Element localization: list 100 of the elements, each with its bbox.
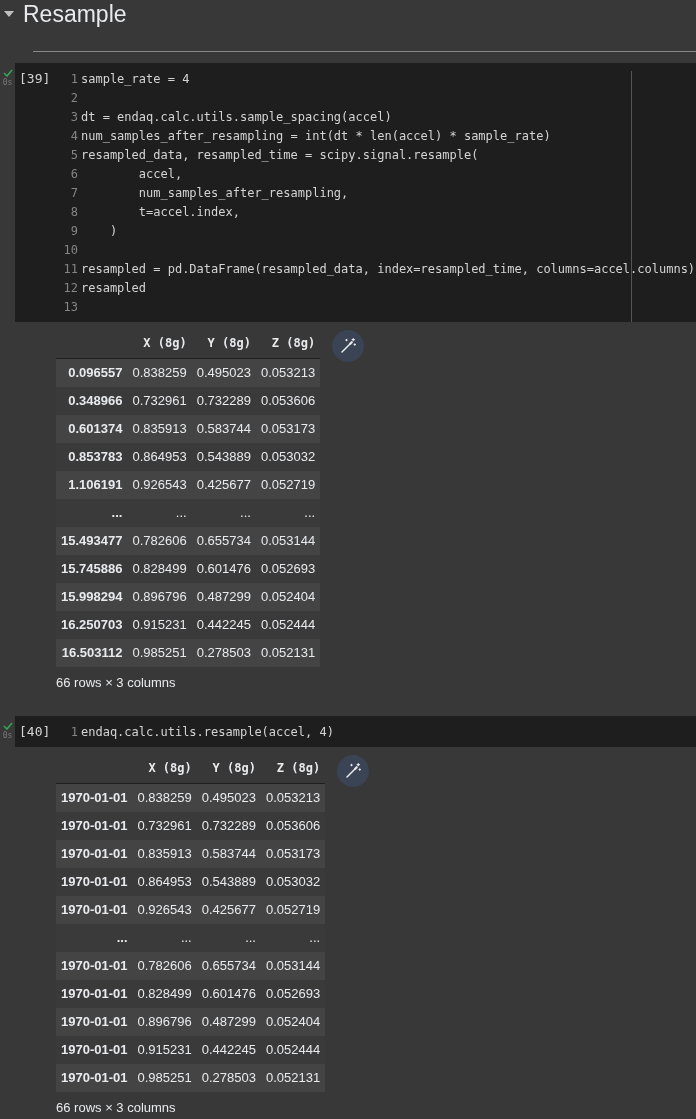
table-cell: ... xyxy=(191,498,256,527)
table-cell: 0.732289 xyxy=(191,386,256,415)
run-duration: 0s xyxy=(2,77,13,89)
code-line: num_samples_after_resampling = int(dt * len(accel) * sample_rate) xyxy=(81,127,551,145)
row-index: 1970-01-01 xyxy=(56,951,133,980)
line-number: 3 xyxy=(69,108,78,126)
row-index: 0.853783 xyxy=(56,442,128,471)
table-cell: 0.838259 xyxy=(127,358,192,387)
code-line: resampled_data, resampled_time = scipy.signal.resample( xyxy=(81,146,479,164)
line-number: 1 xyxy=(69,70,78,88)
column-header: Y (8g) xyxy=(191,334,256,359)
code-line: endaq.calc.utils.resample(accel, 4) xyxy=(81,723,334,741)
table-cell: ... xyxy=(255,498,321,527)
table-cell: 0.052693 xyxy=(255,554,321,583)
row-index: 1970-01-01 xyxy=(56,1063,133,1092)
table-cell: 0.052131 xyxy=(255,638,321,667)
table-cell: 0.495023 xyxy=(196,783,261,812)
table-cell: 0.053213 xyxy=(255,358,321,387)
table-cell: 0.425677 xyxy=(196,895,261,924)
table-cell: 0.543889 xyxy=(196,867,261,896)
row-index: 15.745886 xyxy=(56,554,128,583)
row-index: 1.106191 xyxy=(56,470,128,499)
code-line: t=accel.index, xyxy=(137,203,240,221)
table-cell: 0.985251 xyxy=(127,638,192,667)
row-index: 1970-01-01 xyxy=(56,1007,133,1036)
execution-count: [39] xyxy=(18,70,52,88)
table-cell: 0.053173 xyxy=(260,839,326,868)
code-line: sample_rate = 4 xyxy=(81,70,190,88)
table-cell: ... xyxy=(127,498,192,527)
row-index: 1970-01-01 xyxy=(56,1035,133,1064)
table-cell: 0.601476 xyxy=(191,554,256,583)
shape-summary: 66 rows × 3 columns xyxy=(56,1098,177,1117)
table-cell: 0.864953 xyxy=(127,442,192,471)
table-cell: 0.052444 xyxy=(260,1035,326,1064)
table-cell: 0.052404 xyxy=(255,582,321,611)
table-cell: 0.915231 xyxy=(127,610,192,639)
table-cell: 0.828499 xyxy=(132,979,197,1008)
code-line: num_samples_after_resampling, xyxy=(137,184,349,202)
row-index: 1970-01-01 xyxy=(56,867,133,896)
row-index: 1970-01-01 xyxy=(56,895,133,924)
code-line: ) xyxy=(108,222,118,240)
column-header: X (8g) xyxy=(132,759,197,784)
line-number: 9 xyxy=(69,222,78,240)
table-cell: 0.052693 xyxy=(260,979,326,1008)
table-cell: 0.053606 xyxy=(260,811,326,840)
line-number: 6 xyxy=(69,165,78,183)
table-cell: 0.052719 xyxy=(255,470,321,499)
collapse-caret-icon[interactable] xyxy=(4,11,14,17)
magic-wand-icon xyxy=(339,337,358,355)
table-cell: 0.782606 xyxy=(127,526,192,555)
table-cell: 0.053213 xyxy=(260,783,326,812)
column-header: Z (8g) xyxy=(255,334,321,359)
table-cell: 0.495023 xyxy=(191,358,256,387)
row-index: ... xyxy=(56,923,133,952)
table-cell: 0.915231 xyxy=(132,1035,197,1064)
table-cell: 0.442245 xyxy=(191,610,256,639)
row-index: 0.096557 xyxy=(56,358,128,387)
column-header: Z (8g) xyxy=(260,759,326,784)
table-cell: 0.053144 xyxy=(255,526,321,555)
table-cell: 0.052131 xyxy=(260,1063,326,1092)
table-cell: 0.543889 xyxy=(191,442,256,471)
magic-wand-button[interactable] xyxy=(337,755,370,787)
table-cell: 0.732289 xyxy=(196,811,261,840)
line-number: 1 xyxy=(69,723,78,741)
table-cell: 0.583744 xyxy=(191,414,256,443)
row-index: 1970-01-01 xyxy=(56,979,133,1008)
table-cell: 0.442245 xyxy=(196,1035,261,1064)
line-number: 4 xyxy=(69,127,78,145)
row-index: 0.348966 xyxy=(56,386,128,415)
table-cell: 0.053032 xyxy=(260,867,326,896)
table-cell: 0.828499 xyxy=(127,554,192,583)
table-cell: 0.655734 xyxy=(191,526,256,555)
row-index: 1970-01-01 xyxy=(56,811,133,840)
code-line: accel, xyxy=(137,165,183,183)
magic-wand-icon xyxy=(344,762,363,780)
row-index: 15.998294 xyxy=(56,582,128,611)
code-line: resampled = pd.DataFrame(resampled_data, index=resampled_time, columns=accel.columns) xyxy=(81,260,696,278)
table-cell: 0.487299 xyxy=(191,582,256,611)
table-cell: ... xyxy=(260,923,326,952)
table-cell: 0.835913 xyxy=(132,839,197,868)
table-cell: ... xyxy=(196,923,261,952)
table-cell: 0.926543 xyxy=(132,895,197,924)
table-cell: 0.053173 xyxy=(255,414,321,443)
line-number: 11 xyxy=(62,260,78,278)
line-number: 13 xyxy=(62,298,78,316)
line-number: 10 xyxy=(62,241,78,259)
table-cell: 0.896796 xyxy=(127,582,192,611)
table-cell: 0.601476 xyxy=(196,979,261,1008)
section-heading: Resample xyxy=(23,0,127,29)
table-cell: 0.985251 xyxy=(132,1063,197,1092)
table-cell: 0.732961 xyxy=(132,811,197,840)
table-cell: 0.278503 xyxy=(196,1063,261,1092)
table-cell: 0.732961 xyxy=(127,386,192,415)
magic-wand-button[interactable] xyxy=(332,330,365,362)
code-line: dt = endaq.calc.utils.sample_spacing(accel) xyxy=(81,108,392,126)
table-cell: 0.053032 xyxy=(255,442,321,471)
line-number: 5 xyxy=(69,146,78,164)
table-cell: 0.487299 xyxy=(196,1007,261,1036)
table-cell: 0.425677 xyxy=(191,470,256,499)
shape-summary: 66 rows × 3 columns xyxy=(56,673,177,692)
